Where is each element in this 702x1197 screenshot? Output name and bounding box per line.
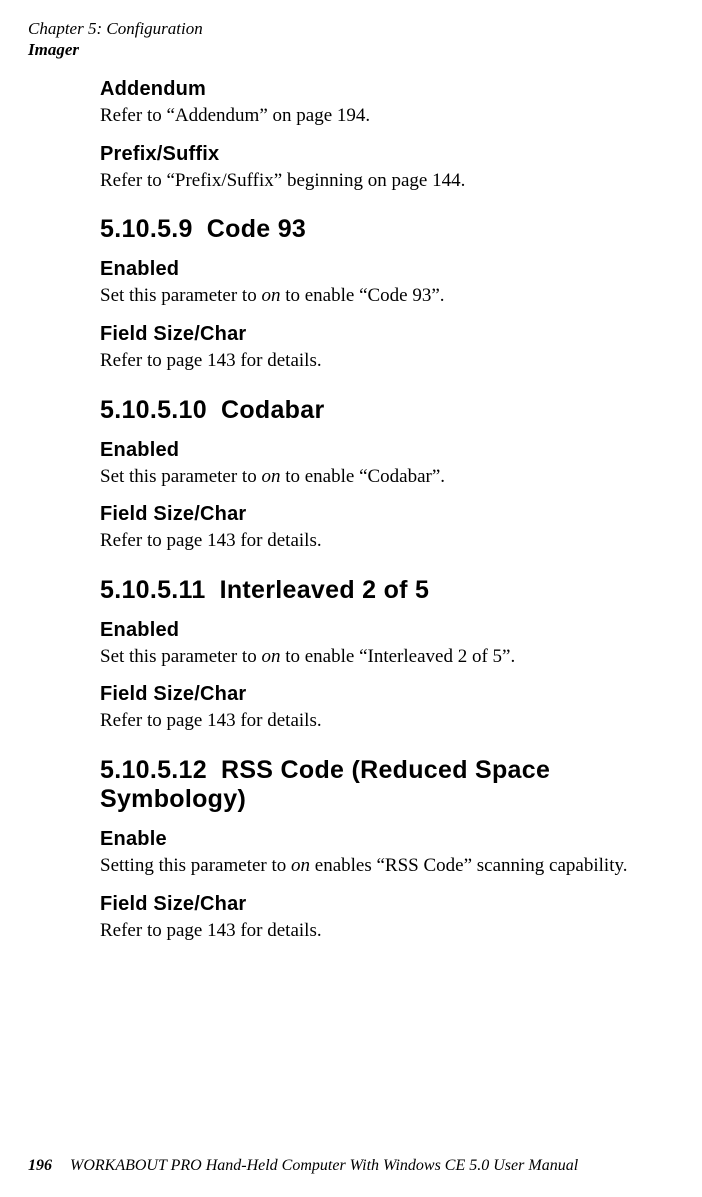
section-title: Interleaved 2 of 5 [220, 576, 430, 604]
page-footer: 196 WORKABOUT PRO Hand-Held Computer With… [28, 1157, 578, 1175]
section-title: Code 93 [207, 215, 306, 243]
heading-enable: Enable [100, 828, 682, 851]
heading-field-size: Field Size/Char [100, 683, 682, 706]
text-emphasis: on [291, 855, 310, 876]
section-number: 5.10.5.10 [100, 396, 207, 424]
text-emphasis: on [261, 466, 280, 487]
body-text: Refer to page 143 for details. [100, 348, 682, 374]
header-section: Imager [28, 39, 203, 60]
body-text: Set this parameter to on to enable “Code… [100, 283, 682, 309]
text-run: Refer to page 143 for details. [100, 710, 322, 731]
heading-enabled: Enabled [100, 619, 682, 642]
heading-rss-code: 5.10.5.12RSS Code (Reduced Space Symbolo… [100, 756, 682, 814]
heading-field-size: Field Size/Char [100, 503, 682, 526]
body-text: Setting this parameter to on enables “RS… [100, 853, 682, 879]
text-run: Refer to page 143 for details. [100, 530, 322, 551]
heading-enabled: Enabled [100, 258, 682, 281]
body-text: Set this parameter to on to enable “Coda… [100, 464, 682, 490]
text-run: enables “RSS Code” scanning capability. [310, 855, 627, 876]
page-header: Chapter 5: Configuration Imager [28, 18, 203, 61]
text-run: Set this parameter to [100, 285, 261, 306]
text-run: Setting this parameter to [100, 855, 291, 876]
body-text: Refer to page 143 for details. [100, 708, 682, 734]
text-run: Refer to “Addendum” on page 194. [100, 105, 370, 126]
heading-field-size: Field Size/Char [100, 323, 682, 346]
section-number: 5.10.5.11 [100, 576, 206, 604]
heading-field-size: Field Size/Char [100, 893, 682, 916]
text-emphasis: on [261, 646, 280, 667]
text-run: to enable “Code 93”. [280, 285, 444, 306]
body-text: Refer to “Addendum” on page 194. [100, 103, 682, 129]
text-run: Refer to “Prefix/Suffix” beginning on pa… [100, 170, 465, 191]
text-run: Refer to page 143 for details. [100, 350, 322, 371]
body-text: Refer to “Prefix/Suffix” beginning on pa… [100, 168, 682, 194]
body-text: Refer to page 143 for details. [100, 918, 682, 944]
heading-addendum: Addendum [100, 78, 682, 101]
page-number: 196 [28, 1157, 52, 1174]
header-chapter: Chapter 5: Configuration [28, 18, 203, 39]
section-number: 5.10.5.12 [100, 756, 207, 784]
heading-codabar: 5.10.5.10 Codabar [100, 396, 682, 425]
text-emphasis: on [261, 285, 280, 306]
text-run: to enable “Codabar”. [280, 466, 445, 487]
body-text: Set this parameter to on to enable “Inte… [100, 644, 682, 670]
section-title: Codabar [221, 396, 325, 424]
body-text: Refer to page 143 for details. [100, 528, 682, 554]
heading-interleaved-2-of-5: 5.10.5.11 Interleaved 2 of 5 [100, 576, 682, 605]
manual-title: WORKABOUT PRO Hand-Held Computer With Wi… [70, 1157, 578, 1174]
heading-code-93: 5.10.5.9 Code 93 [100, 215, 682, 244]
text-run: Refer to page 143 for details. [100, 920, 322, 941]
text-run: Set this parameter to [100, 466, 261, 487]
section-number: 5.10.5.9 [100, 215, 193, 243]
heading-enabled: Enabled [100, 439, 682, 462]
heading-prefix-suffix: Prefix/Suffix [100, 143, 682, 166]
text-run: to enable “Interleaved 2 of 5”. [280, 646, 515, 667]
page-content: Addendum Refer to “Addendum” on page 194… [100, 78, 682, 943]
text-run: Set this parameter to [100, 646, 261, 667]
